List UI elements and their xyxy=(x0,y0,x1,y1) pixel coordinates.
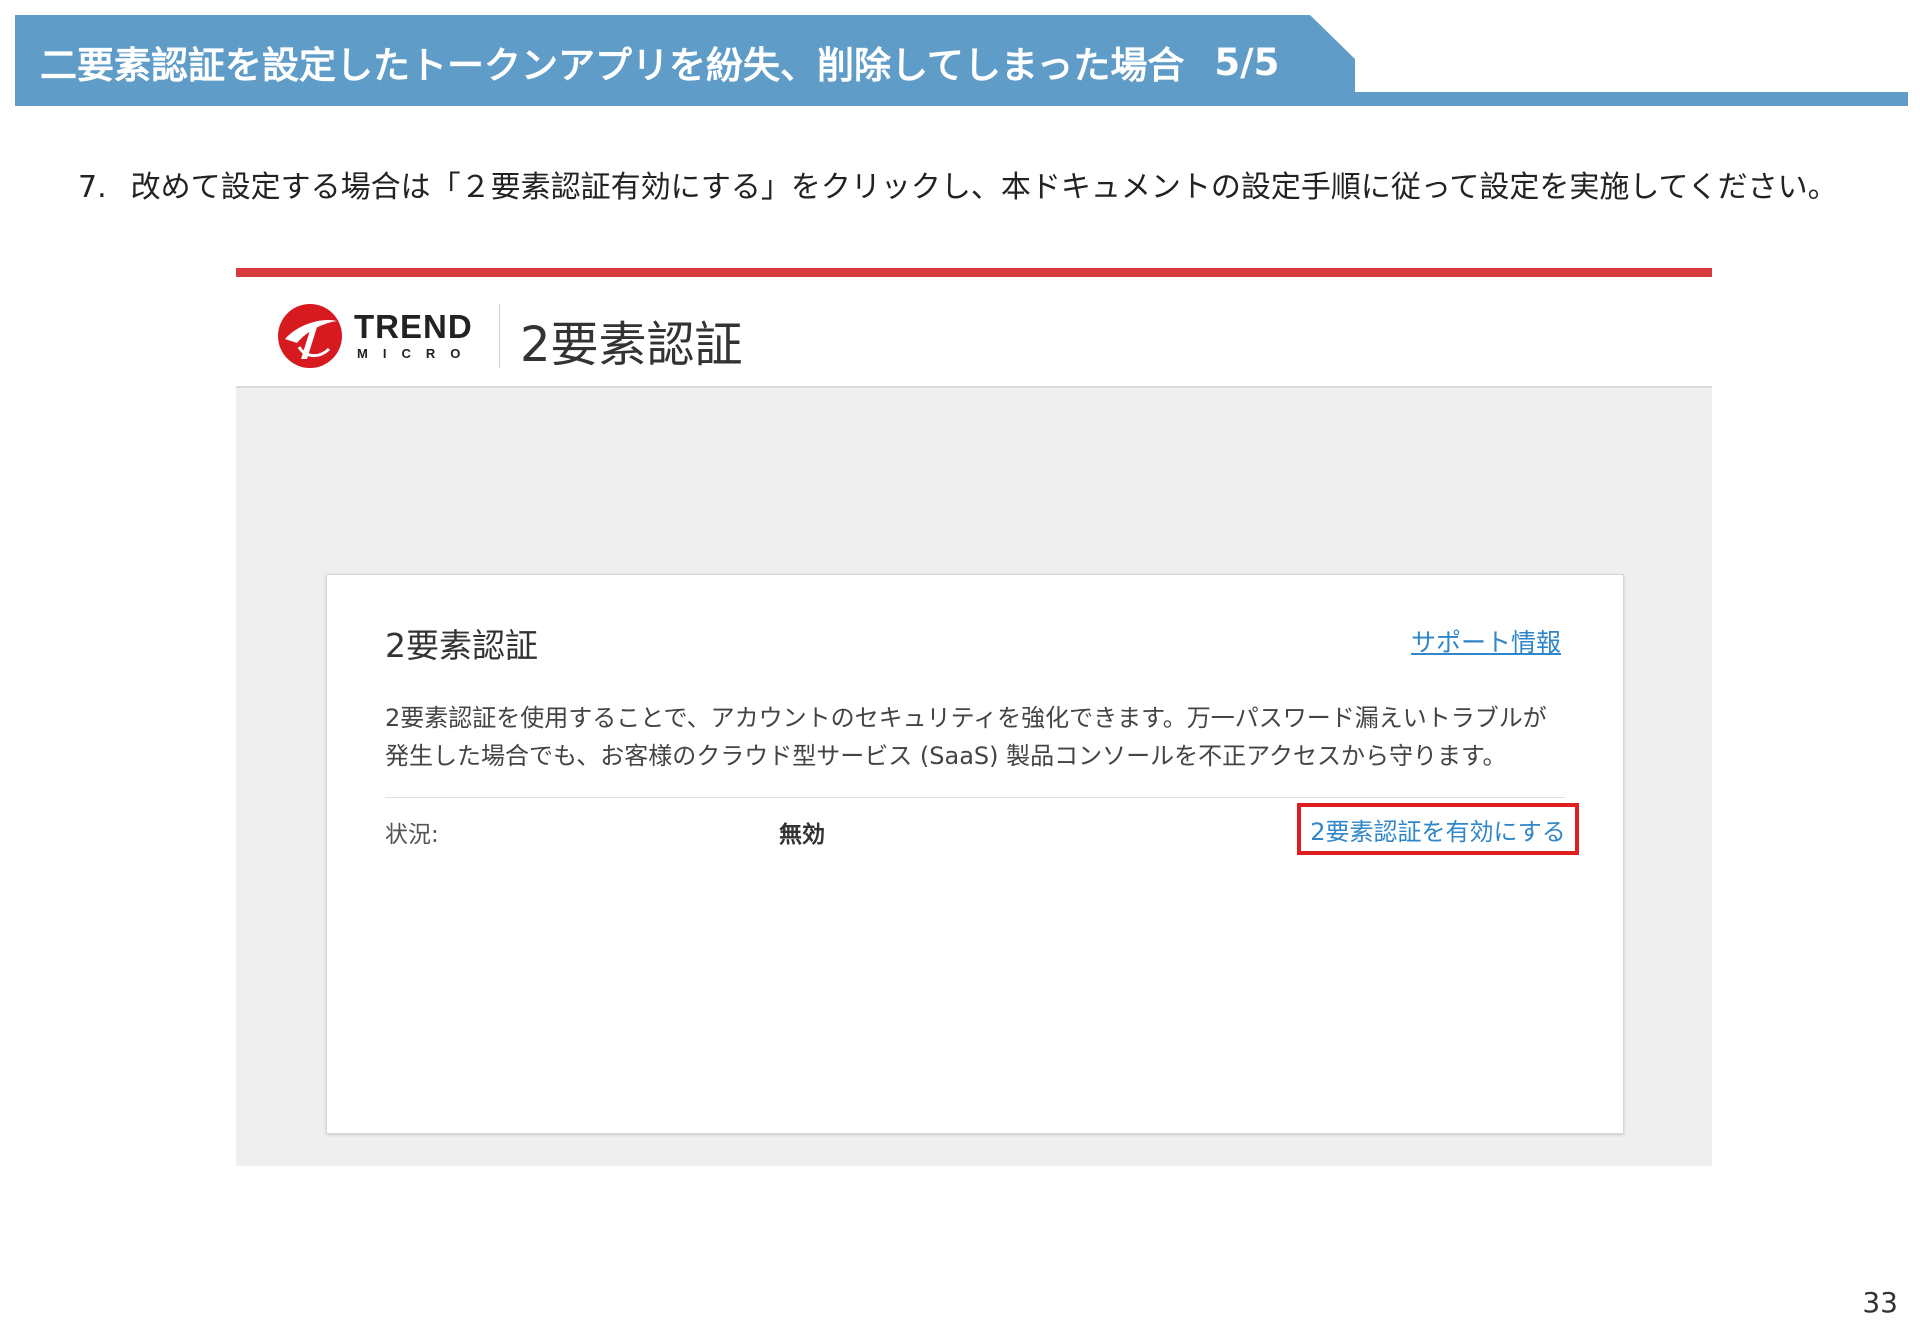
card-title: 2要素認証 xyxy=(385,626,538,665)
card-description: 2要素認証を使用することで、アカウントのセキュリティを強化できます。万一パスワー… xyxy=(385,699,1585,775)
instruction: 7. 改めて設定する場合は「２要素認証有効にする」をクリックし、本ドキュメントの設… xyxy=(78,162,1878,206)
slide-header-line xyxy=(1340,92,1908,106)
header-divider xyxy=(499,304,500,368)
instruction-text: 改めて設定する場合は「２要素認証有効にする」をクリックし、本ドキュメントの設定手… xyxy=(130,170,1838,205)
support-info-link[interactable]: サポート情報 xyxy=(1411,623,1561,659)
console-screenshot: TREND MICRO 2要素認証 2要素認証 サポート情報 2要素認証を使用す… xyxy=(236,268,1712,1166)
two-factor-card: 2要素認証 サポート情報 2要素認証を使用することで、アカウントのセキュリティを… xyxy=(326,574,1624,1134)
card-separator xyxy=(385,797,1565,798)
logo-trend: TREND xyxy=(354,308,473,345)
page-number: 33 xyxy=(1862,1286,1898,1319)
status-label: 状況: xyxy=(385,822,439,848)
enable-two-factor-label: 2要素認証を有効にする xyxy=(1310,817,1566,846)
trend-micro-logo-icon xyxy=(278,304,342,368)
status-value: 無効 xyxy=(779,822,825,848)
slide-title: 二要素認証を設定したトークンアプリを紛失、削除してしまった場合 5/5 xyxy=(40,34,1279,90)
slide-step: 5/5 xyxy=(1214,40,1280,84)
enable-two-factor-link[interactable]: 2要素認証を有効にする xyxy=(1297,803,1579,855)
description-line-2: 発生した場合でも、お客様のクラウド型サービス (SaaS) 製品コンソールを不正… xyxy=(385,742,1507,770)
instruction-number: 7. xyxy=(78,170,107,205)
console-header: TREND MICRO 2要素認証 xyxy=(236,277,1712,388)
slide-title-text: 二要素認証を設定したトークンアプリを紛失、削除してしまった場合 xyxy=(40,44,1185,87)
console-page-title: 2要素認証 xyxy=(520,317,743,373)
description-line-1: 2要素認証を使用することで、アカウントのセキュリティを強化できます。万一パスワー… xyxy=(385,704,1547,732)
console-top-accent xyxy=(236,268,1712,277)
logo-micro: MICRO xyxy=(357,346,476,361)
trend-micro-logo-text: TREND MICRO xyxy=(354,310,475,361)
